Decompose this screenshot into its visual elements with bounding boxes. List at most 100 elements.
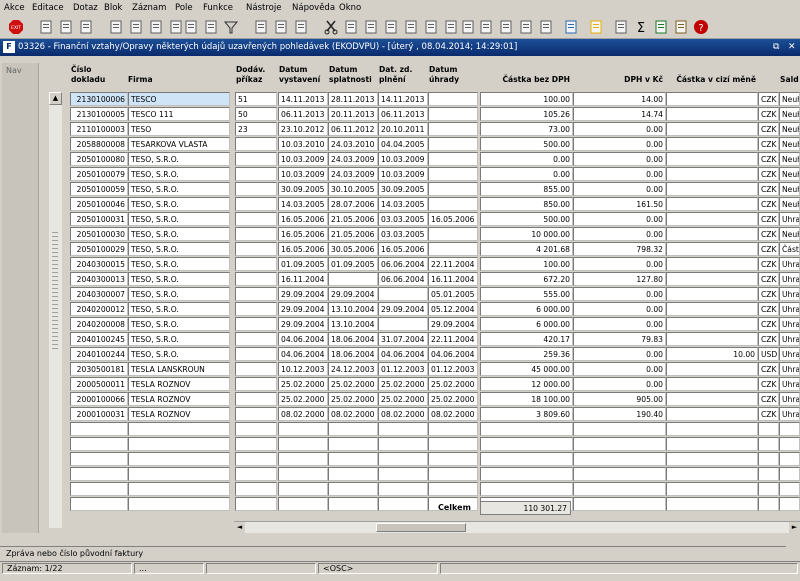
cell-dodav[interactable]	[235, 272, 277, 286]
cell-cislo[interactable]: 2040100244	[70, 347, 128, 361]
cell-castka[interactable]: 18 100.00	[480, 392, 573, 406]
edit-icon[interactable]	[423, 19, 439, 35]
cell-cislo[interactable]: 2050100079	[70, 167, 128, 181]
cell-uhrady[interactable]	[428, 107, 478, 121]
cell-plneni[interactable]	[378, 317, 428, 331]
cell-castka[interactable]: 259.36	[480, 347, 573, 361]
scroll-up-icon[interactable]: ▲	[49, 92, 62, 105]
cell-uhrady[interactable]: 22.11.2004	[428, 257, 478, 271]
cell-firma[interactable]: TESO, S.R.O.	[128, 347, 230, 361]
cell-firma[interactable]	[128, 422, 230, 436]
cell-uhrady[interactable]: 22.11.2004	[428, 332, 478, 346]
table-row[interactable]: 2130100006 TESCO 51 14.11.2013 28.11.2013 14.…	[70, 92, 800, 107]
cell-firma[interactable]: TESO, S.R.O.	[128, 302, 230, 316]
cell-vystaveni[interactable]: 14.03.2005	[278, 197, 328, 211]
cell-dph[interactable]: 0.00	[573, 122, 666, 136]
table-row[interactable]: 2050100046 TESO, S.R.O. 14.03.2005 28.07.20…	[70, 197, 800, 212]
cell-mena[interactable]: CZK	[758, 362, 779, 376]
cell-dodav[interactable]	[235, 167, 277, 181]
table-row[interactable]	[70, 497, 800, 512]
cell-saldo[interactable]: Uhra	[779, 212, 800, 226]
cell-mena[interactable]: CZK	[758, 407, 779, 421]
document-icon[interactable]	[498, 19, 514, 35]
table-row[interactable]: 2000100031 TESLA ROZNOV 08.02.2000 08.02.20…	[70, 407, 800, 422]
cell-cislo[interactable]	[70, 452, 128, 466]
cell-uhrady[interactable]	[428, 182, 478, 196]
cell-splatnosti[interactable]: 25.02.2000	[328, 377, 378, 391]
cell-dph[interactable]: 79.83	[573, 332, 666, 346]
cell-dph[interactable]	[573, 482, 666, 496]
cell-uhrady[interactable]	[428, 137, 478, 151]
cell-castka[interactable]: 500.00	[480, 212, 573, 226]
table-row[interactable]	[70, 437, 800, 452]
cell-dodav[interactable]: 51	[235, 92, 277, 106]
cell-plneni[interactable]: 08.02.2000	[378, 407, 428, 421]
cell-splatnosti[interactable]: 18.06.2004	[328, 347, 378, 361]
printer-icon[interactable]	[253, 19, 269, 35]
cell-cizi[interactable]	[666, 392, 758, 406]
cell-vystaveni[interactable]: 29.09.2004	[278, 287, 328, 301]
menu-item-4[interactable]: Záznam	[132, 3, 166, 13]
cell-splatnosti[interactable]	[328, 452, 378, 466]
cell-castka[interactable]: 6 000.00	[480, 317, 573, 331]
cell-vystaveni[interactable]: 29.09.2004	[278, 317, 328, 331]
cell-cizi[interactable]	[666, 182, 758, 196]
cell-vystaveni[interactable]: 14.11.2013	[278, 92, 328, 106]
cell-plneni[interactable]	[378, 497, 428, 511]
cell-dph[interactable]: 127.80	[573, 272, 666, 286]
cell-dph[interactable]: 0.00	[573, 167, 666, 181]
cell-dph[interactable]: 0.00	[573, 347, 666, 361]
cell-plneni[interactable]: 14.11.2013	[378, 92, 428, 106]
cell-cizi[interactable]	[666, 377, 758, 391]
cell-castka[interactable]: 0.00	[480, 167, 573, 181]
cell-splatnosti[interactable]	[328, 467, 378, 481]
cell-dph[interactable]	[573, 452, 666, 466]
cell-cizi[interactable]	[666, 362, 758, 376]
cell-dph[interactable]: 0.00	[573, 137, 666, 151]
cell-cislo[interactable]	[70, 497, 128, 511]
cell-dodav[interactable]	[235, 242, 277, 256]
table-row[interactable]: 2058800008 TESARKOVA VLASTA 10.03.2010 24.0…	[70, 137, 800, 152]
cell-vystaveni[interactable]: 01.09.2005	[278, 257, 328, 271]
cell-vystaveni[interactable]: 10.12.2003	[278, 362, 328, 376]
cell-splatnosti[interactable]: 13.10.2004	[328, 317, 378, 331]
cell-cislo[interactable]: 2040100245	[70, 332, 128, 346]
menu-item-0[interactable]: Akce	[4, 3, 25, 13]
cell-splatnosti[interactable]: 30.05.2006	[328, 242, 378, 256]
cell-dph[interactable]: 14.00	[573, 92, 666, 106]
cell-dodav[interactable]	[235, 362, 277, 376]
table-row[interactable]: 2050100059 TESO, S.R.O. 30.09.2005 30.10.20…	[70, 182, 800, 197]
cell-mena[interactable]: CZK	[758, 212, 779, 226]
menu-item-7[interactable]: Nástroje	[246, 3, 281, 13]
cell-mena[interactable]	[758, 482, 779, 496]
excel-icon[interactable]	[653, 19, 669, 35]
cell-dodav[interactable]	[235, 257, 277, 271]
cell-firma[interactable]	[128, 497, 230, 511]
cell-dph[interactable]	[573, 422, 666, 436]
table-row[interactable]: 2040200008 TESO, S.R.O. 29.09.2004 13.10.20…	[70, 317, 800, 332]
cell-cislo[interactable]: 2050100030	[70, 227, 128, 241]
cell-vystaveni[interactable]: 30.09.2005	[278, 182, 328, 196]
cell-vystaveni[interactable]: 04.06.2004	[278, 332, 328, 346]
menu-item-6[interactable]: Funkce	[203, 3, 233, 13]
cell-castka[interactable]: 555.00	[480, 287, 573, 301]
cell-mena[interactable]: CZK	[758, 257, 779, 271]
cell-splatnosti[interactable]: 01.09.2005	[328, 257, 378, 271]
cell-cizi[interactable]	[666, 287, 758, 301]
record-icon[interactable]	[460, 19, 476, 35]
form-icon[interactable]	[518, 19, 534, 35]
table-row[interactable]: 2050100030 TESO, S.R.O. 16.05.2006 21.05.20…	[70, 227, 800, 242]
cell-saldo[interactable]: Uhra	[779, 362, 800, 376]
cell-uhrady[interactable]	[428, 122, 478, 136]
table-row[interactable]	[70, 467, 800, 482]
cell-dph[interactable]: 798.32	[573, 242, 666, 256]
cell-cizi[interactable]	[666, 137, 758, 151]
cell-dph[interactable]	[573, 437, 666, 451]
cell-vystaveni[interactable]: 16.05.2006	[278, 212, 328, 226]
cell-plneni[interactable]: 03.03.2005	[378, 227, 428, 241]
cell-castka[interactable]: 500.00	[480, 137, 573, 151]
cell-plneni[interactable]	[378, 422, 428, 436]
cell-mena[interactable]	[758, 422, 779, 436]
cell-firma[interactable]: TESLA LANSKROUN	[128, 362, 230, 376]
cell-firma[interactable]: TESO, S.R.O.	[128, 272, 230, 286]
